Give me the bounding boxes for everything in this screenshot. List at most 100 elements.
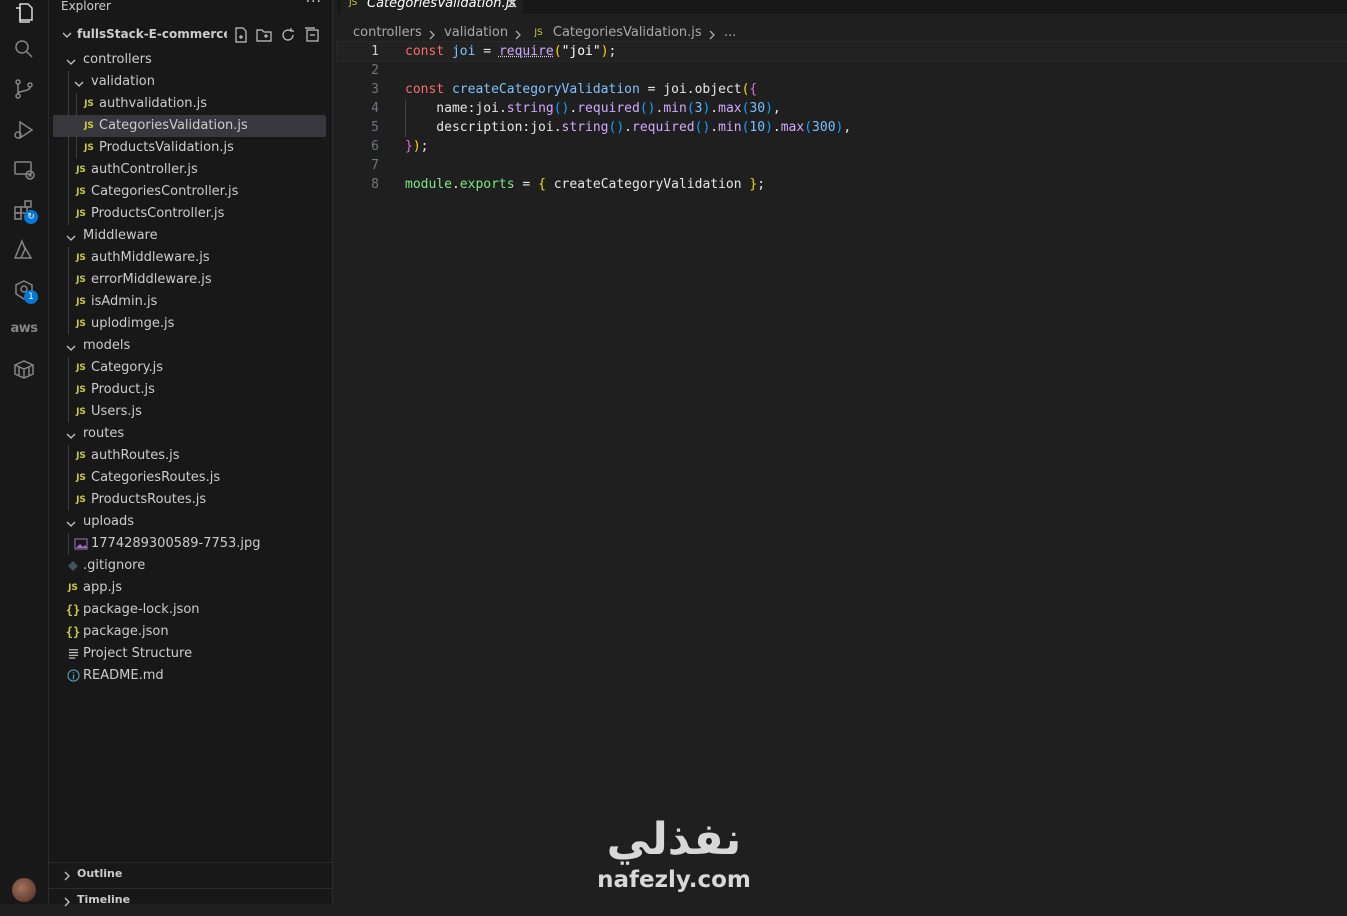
close-icon[interactable] <box>505 0 519 10</box>
code-line[interactable]: 7 <box>337 156 1347 175</box>
project-folder-header[interactable]: fullsStack-E-commerce-m... <box>49 24 332 46</box>
azure-icon[interactable] <box>0 230 48 270</box>
chevron-right-icon <box>427 27 439 39</box>
code-token: description: <box>405 120 530 135</box>
tree-file[interactable]: JS Users.js <box>49 401 332 423</box>
tree-folder[interactable]: Middleware <box>49 225 332 247</box>
tree-file[interactable]: .gitignore <box>49 555 332 577</box>
containers-icon[interactable] <box>0 349 48 389</box>
indent-guide <box>68 159 69 181</box>
code-token: . <box>499 101 507 116</box>
tab-categories-validation[interactable]: JS CategoriesValidation.js <box>341 0 523 15</box>
remote-explorer-icon[interactable] <box>0 150 48 190</box>
code-token: . <box>710 101 718 116</box>
code-line[interactable]: 2 <box>337 61 1347 80</box>
tree-file[interactable]: JS ProductsRoutes.js <box>49 489 332 511</box>
code-token: required <box>577 101 640 116</box>
indent-guide <box>68 533 69 555</box>
breadcrumb-item-controllers[interactable]: controllers <box>353 23 422 43</box>
code-token: createCategoryValidation <box>452 82 640 97</box>
tree-file[interactable]: JS isAdmin.js <box>49 291 332 313</box>
code-line[interactable]: 6}); <box>337 137 1347 156</box>
tree-item-label: uploads <box>83 511 134 533</box>
tree-file[interactable]: Project Structure <box>49 643 332 665</box>
new-file-icon[interactable] <box>233 27 249 43</box>
tree-file[interactable]: README.md <box>49 665 332 687</box>
line-number: 7 <box>337 156 379 175</box>
tree-file[interactable]: JS Product.js <box>49 379 332 401</box>
tree-item-label: models <box>83 335 130 357</box>
breadcrumb-item-validation[interactable]: validation <box>444 23 508 43</box>
chevron-down-icon <box>73 76 85 88</box>
tree-file[interactable]: JS authvalidation.js <box>49 93 332 115</box>
tree-item-label: controllers <box>83 49 152 71</box>
code-line[interactable]: 8 module.exports = { createCategoryValida… <box>337 175 1347 194</box>
tree-item-label: authController.js <box>91 159 198 181</box>
js-file-icon: JS <box>73 445 89 467</box>
tree-file[interactable]: JS CategoriesRoutes.js <box>49 467 332 489</box>
run-debug-icon[interactable] <box>0 110 48 150</box>
explorer-title: Explorer <box>61 0 111 13</box>
tree-folder[interactable]: models <box>49 335 332 357</box>
tree-file[interactable]: JS CategoriesValidation.js <box>53 115 326 137</box>
tree-file[interactable]: JS app.js <box>49 577 332 599</box>
breadcrumb-item-symbols[interactable]: ... <box>724 23 736 43</box>
extensions-icon[interactable]: ↻ <box>0 190 48 230</box>
line-number: 8 <box>337 175 379 194</box>
tree-file[interactable]: {} package.json <box>49 621 332 643</box>
chevron-down-icon <box>65 428 77 440</box>
tree-file[interactable]: JS authMiddleware.js <box>49 247 332 269</box>
tree-folder[interactable]: routes <box>49 423 332 445</box>
tree-folder[interactable]: controllers <box>49 49 332 71</box>
code-token: max <box>718 101 741 116</box>
code-token: require <box>499 44 554 59</box>
tree-item-label: ProductsValidation.js <box>99 137 234 159</box>
code-line[interactable]: 5 description:joi.string().required().mi… <box>337 118 1347 137</box>
code-token: module <box>405 177 452 192</box>
explorer-icon[interactable] <box>0 0 48 26</box>
tree-file[interactable]: JS Category.js <box>49 357 332 379</box>
tree-item-label: package-lock.json <box>83 599 200 621</box>
tree-item-label: package.json <box>83 621 169 643</box>
timeline-section[interactable]: Timeline <box>49 888 332 911</box>
line-number: 6 <box>337 137 379 156</box>
code-token: max <box>781 120 804 135</box>
code-token: { <box>538 177 554 192</box>
tree-file[interactable]: JS authRoutes.js <box>49 445 332 467</box>
chevron-down-icon <box>65 54 77 66</box>
more-actions-icon[interactable]: ··· <box>306 0 322 10</box>
code-token: { <box>749 82 757 97</box>
tab-bar: JS CategoriesValidation.js <box>337 0 1347 14</box>
code-token: required <box>632 120 695 135</box>
json-file-icon: {} <box>65 599 81 621</box>
tree-folder[interactable]: validation <box>49 71 332 93</box>
tree-item-label: authRoutes.js <box>91 445 180 467</box>
tree-file[interactable]: JS ProductsValidation.js <box>49 137 332 159</box>
code-line[interactable]: 3 const createCategoryValidation = joi.ob… <box>337 80 1347 99</box>
collapse-all-icon[interactable] <box>304 27 320 43</box>
code-line[interactable]: 1 const joi = require("joi"); <box>337 42 1347 61</box>
code-token: string <box>507 101 554 116</box>
tree-file[interactable]: JS errorMiddleware.js <box>49 269 332 291</box>
tree-file[interactable]: JS uplodimge.js <box>49 313 332 335</box>
tree-file[interactable]: 1774289300589-7753.jpg <box>49 533 332 555</box>
accounts-avatar[interactable] <box>12 878 36 902</box>
outline-section[interactable]: Outline <box>49 862 332 885</box>
new-folder-icon[interactable] <box>256 27 272 43</box>
code-token: joi <box>452 44 475 59</box>
tree-file[interactable]: JS authController.js <box>49 159 332 181</box>
tree-file[interactable]: JS CategoriesController.js <box>49 181 332 203</box>
tree-folder[interactable]: uploads <box>49 511 332 533</box>
docker-icon[interactable]: 1 <box>0 270 48 310</box>
source-control-icon[interactable] <box>0 69 48 109</box>
code-token: . <box>624 120 632 135</box>
tree-file[interactable]: JS ProductsController.js <box>49 203 332 225</box>
search-icon[interactable] <box>0 29 48 69</box>
code-editor[interactable]: 1 const joi = require("joi"); 2 3 const crea… <box>337 42 1347 194</box>
tree-file[interactable]: {} package-lock.json <box>49 599 332 621</box>
refresh-icon[interactable] <box>280 27 296 43</box>
code-line[interactable]: 4 name:joi.string().required().min(3).ma… <box>337 99 1347 118</box>
aws-icon[interactable]: aws <box>0 308 48 348</box>
breadcrumb-item-file[interactable]: CategoriesValidation.js <box>553 23 702 43</box>
js-file-icon: JS <box>81 137 97 159</box>
